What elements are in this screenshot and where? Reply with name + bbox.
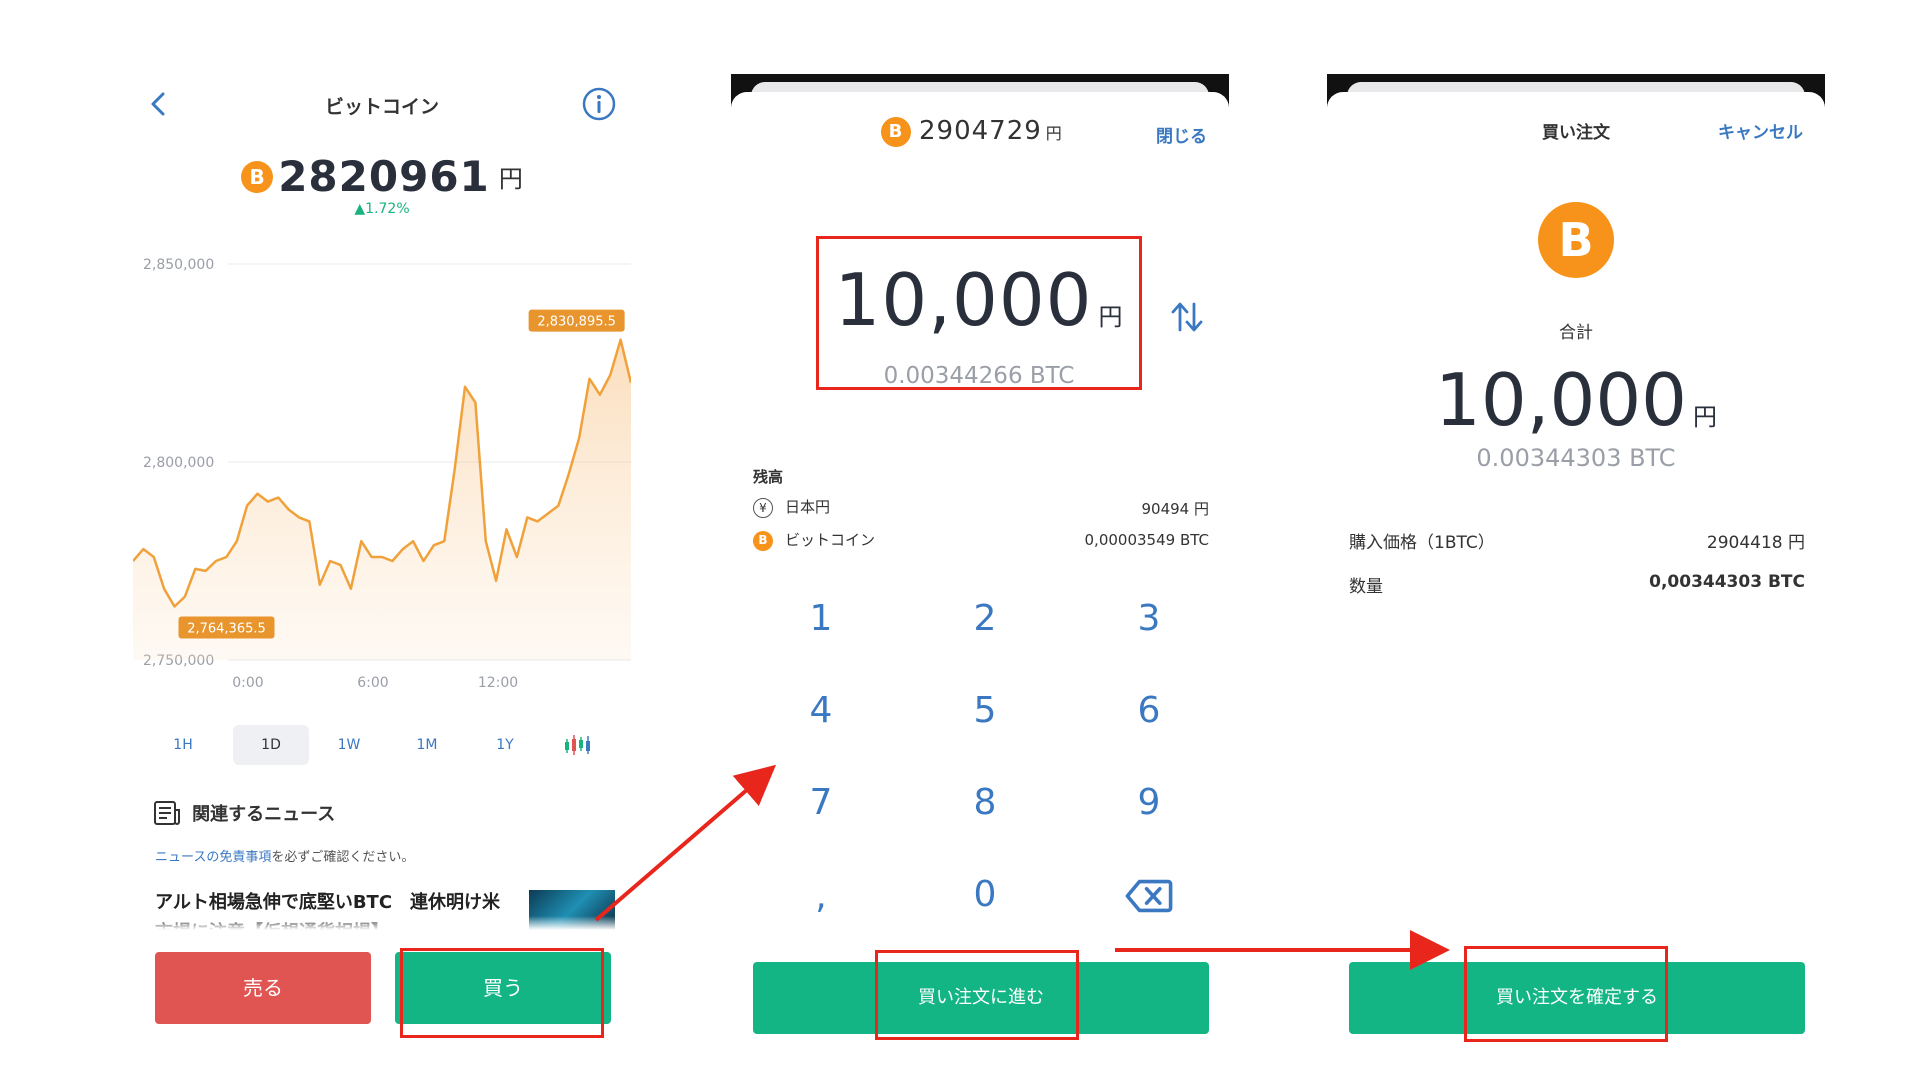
header: ビットコイン bbox=[133, 84, 631, 124]
quantity-label: 数量 bbox=[1349, 577, 1383, 597]
x-tick-label: 6:00 bbox=[357, 675, 388, 690]
page-title: ビットコイン bbox=[324, 96, 439, 118]
keypad-key-6[interactable]: 6 bbox=[1089, 676, 1209, 746]
balance-row-btc: B ビットコイン 0,00003549 BTC bbox=[753, 529, 1209, 553]
swap-arrows-icon[interactable] bbox=[1169, 300, 1205, 334]
buy-amount-screen: B 2904729 円 閉じる 10,000 円 0.00344266 BTC 残高 … bbox=[731, 0, 1229, 1080]
timeframe-1d[interactable]: 1D bbox=[233, 725, 309, 765]
svg-text:2,764,365.5: 2,764,365.5 bbox=[187, 622, 266, 637]
bitcoin-icon: B bbox=[753, 530, 773, 551]
high-price-label: 2,830,895.5 bbox=[528, 309, 625, 332]
buy-order-confirm-screen: 買い注文 キャンセル B 合計 10,000 円 0.00344303 BTC 購… bbox=[1327, 0, 1825, 1080]
keypad-key-9[interactable]: 9 bbox=[1089, 768, 1209, 838]
keypad-key-1[interactable]: 1 bbox=[761, 584, 881, 654]
total-label: 合計 bbox=[1559, 323, 1593, 343]
y-tick-label: 2,800,000 bbox=[143, 455, 214, 471]
coin-detail-screen: ビットコイン B 2820961 円 ▲1.72% 2,850,000 2,800… bbox=[133, 0, 631, 1080]
timeframe-1y[interactable]: 1Y bbox=[467, 725, 543, 765]
sheet-header: 買い注文 キャンセル bbox=[1327, 112, 1825, 152]
timeframe-selector: 1H 1D 1W 1M 1Y bbox=[133, 725, 631, 765]
keypad-key-4[interactable]: 4 bbox=[761, 676, 881, 746]
keypad-key-7[interactable]: 7 bbox=[761, 768, 881, 838]
keypad-key-0[interactable]: 0 bbox=[925, 860, 1045, 930]
keypad-key-8[interactable]: 8 bbox=[925, 768, 1045, 838]
total-btc: 0.00344303 BTC bbox=[1476, 444, 1676, 472]
newspaper-icon bbox=[154, 801, 180, 825]
keypad-key-comma[interactable]: , bbox=[761, 862, 881, 932]
low-price-label: 2,764,365.5 bbox=[178, 616, 275, 639]
total-amount-unit: 円 bbox=[1692, 403, 1717, 431]
bitcoin-icon: B bbox=[241, 160, 274, 193]
price-chart[interactable]: 2,850,0002,800,0002,750,0000:00 6:00 12:00… bbox=[133, 250, 631, 690]
highlight-confirm-button bbox=[1464, 946, 1668, 1042]
news-disclaimer-text: を必ずご確認ください。 bbox=[271, 850, 415, 865]
bitcoin-icon: B bbox=[881, 116, 911, 147]
timeframe-1m[interactable]: 1M bbox=[389, 725, 465, 765]
price-display: B 2820961 円 bbox=[133, 152, 631, 201]
news-disclaimer-link[interactable]: ニュースの免責事項 bbox=[155, 850, 271, 865]
x-tick-label: 0:00 bbox=[232, 675, 263, 690]
balance-label: 残高 bbox=[753, 468, 784, 486]
balance-name: ビットコイン bbox=[785, 531, 876, 549]
news-section-header: 関連するニュース bbox=[153, 800, 335, 830]
highlight-proceed-button bbox=[875, 950, 1079, 1040]
balance-value: 0,00003549 BTC bbox=[1084, 531, 1209, 549]
backspace-icon[interactable] bbox=[1119, 878, 1179, 914]
sell-button[interactable]: 売る bbox=[155, 952, 371, 1024]
current-price: 2820961 bbox=[278, 152, 490, 201]
keypad-key-3[interactable]: 3 bbox=[1089, 584, 1209, 654]
keypad-key-5[interactable]: 5 bbox=[925, 676, 1045, 746]
cancel-button[interactable]: キャンセル bbox=[1718, 118, 1803, 143]
sheet-header-bar bbox=[1327, 74, 1825, 132]
timeframe-1h[interactable]: 1H bbox=[145, 725, 221, 765]
x-tick-label: 12:00 bbox=[478, 675, 518, 690]
news-section-title: 関連するニュース bbox=[192, 804, 336, 825]
info-icon[interactable] bbox=[581, 86, 617, 122]
price-change: ▲1.72% bbox=[354, 201, 410, 217]
market-price-value: 2904729 bbox=[919, 116, 1042, 146]
close-button[interactable]: 閉じる bbox=[1156, 122, 1207, 147]
news-disclaimer: ニュースの免責事項を必ずご確認ください。 bbox=[155, 846, 414, 865]
candlestick-icon[interactable] bbox=[563, 733, 593, 757]
purchase-price-row: 購入価格（1BTC） 2904418 円 bbox=[1349, 528, 1805, 556]
market-price-unit: 円 bbox=[1045, 124, 1063, 143]
price-unit: 円 bbox=[498, 165, 523, 193]
balance-row-jpy: ¥ 日本円 90494 円 bbox=[753, 496, 1209, 520]
purchase-price-value: 2904418 円 bbox=[1706, 533, 1805, 553]
highlight-amount bbox=[816, 236, 1142, 390]
balance-value: 90494 円 bbox=[1141, 500, 1210, 518]
sheet-header: B 2904729 円 閉じる bbox=[731, 112, 1229, 152]
bitcoin-icon: B bbox=[1538, 202, 1614, 278]
svg-text:2,830,895.5: 2,830,895.5 bbox=[537, 315, 616, 330]
sheet-header-bar bbox=[731, 74, 1229, 132]
keypad-key-2[interactable]: 2 bbox=[925, 584, 1045, 654]
purchase-price-label: 購入価格（1BTC） bbox=[1349, 533, 1495, 553]
quantity-value: 0,00344303 BTC bbox=[1649, 572, 1805, 592]
scroll-fade bbox=[133, 916, 631, 930]
highlight-buy-button bbox=[400, 948, 604, 1038]
market-price: B 2904729 円 bbox=[881, 116, 1063, 147]
timeframe-1w[interactable]: 1W bbox=[311, 725, 387, 765]
price-area bbox=[133, 339, 631, 660]
balance-name: 日本円 bbox=[785, 498, 831, 516]
quantity-row: 数量 0,00344303 BTC bbox=[1349, 572, 1805, 600]
yen-icon: ¥ bbox=[753, 497, 773, 518]
y-tick-label: 2,850,000 bbox=[143, 257, 214, 273]
total-amount-value: 10,000 bbox=[1435, 358, 1687, 442]
